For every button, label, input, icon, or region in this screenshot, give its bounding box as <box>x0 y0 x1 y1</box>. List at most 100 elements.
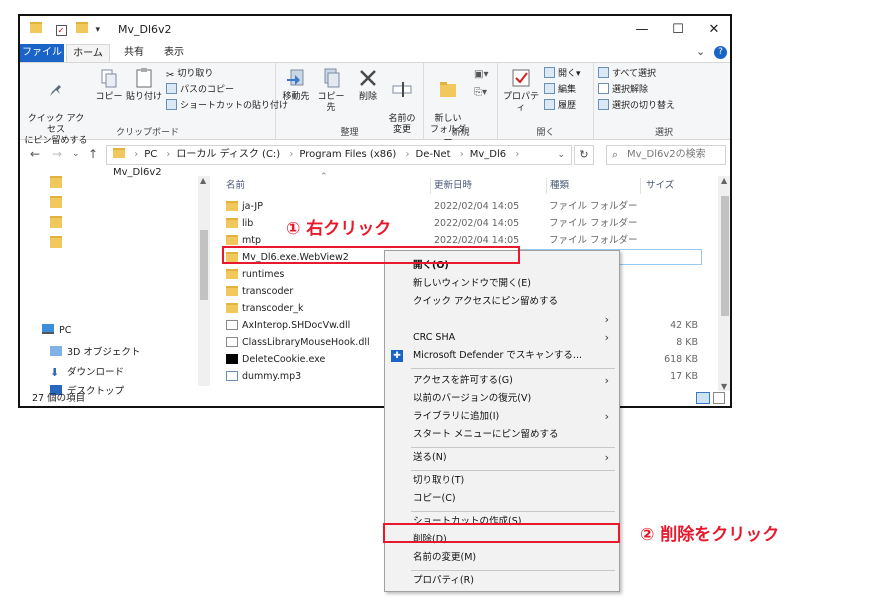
menu-item-defender-scan[interactable]: ✚ Microsoft Defender でスキャンする... <box>385 347 619 365</box>
paste-button[interactable]: 貼り付け <box>126 67 162 103</box>
select-all-button[interactable]: すべて選択 <box>598 67 656 81</box>
download-icon: ⬇ <box>50 366 60 379</box>
copy-to-icon <box>324 68 340 88</box>
menu-item-rename[interactable]: 名前の変更(M) <box>385 549 619 567</box>
edit-button[interactable]: 編集 <box>544 83 576 97</box>
breadcrumb-local-disk[interactable]: ローカル ディスク (C:) <box>176 146 280 164</box>
move-to-button[interactable]: 移動先 <box>280 67 312 103</box>
scroll-up-icon[interactable]: ▲ <box>200 176 206 185</box>
select-none-button[interactable]: 選択解除 <box>598 83 648 97</box>
open-button[interactable]: 開く▾ <box>544 67 581 81</box>
menu-item-blank-submenu[interactable]: › <box>385 311 619 329</box>
nav-item-downloads[interactable]: ⬇ ダウンロード <box>50 364 124 378</box>
folder-icon <box>226 286 238 296</box>
column-header-name[interactable]: 名前 <box>226 176 245 196</box>
copy-path-button[interactable]: パスのコピー <box>166 83 234 97</box>
audio-file-icon <box>226 371 238 381</box>
menu-item-crc-sha[interactable]: CRC SHA › <box>385 329 619 347</box>
column-header-size[interactable]: サイズ <box>646 176 674 196</box>
menu-item-give-access[interactable]: アクセスを許可する(G) › <box>385 372 619 390</box>
copy-path-icon <box>166 83 177 94</box>
folder-icon <box>76 22 88 33</box>
delete-button[interactable]: 削除 <box>354 67 382 103</box>
menu-item-restore-versions[interactable]: 以前のバージョンの復元(V) <box>385 390 619 408</box>
explorer-window: ✓ ▾ Mv_Dl6v2 — ☐ ✕ ファイル ホーム 共有 表示 ⌄ ? クイ… <box>18 14 732 408</box>
menu-item-pin-start[interactable]: スタート メニューにピン留めする <box>385 426 619 444</box>
collapse-ribbon-icon[interactable]: ⌄ <box>696 45 705 58</box>
tab-file[interactable]: ファイル <box>20 44 64 62</box>
tab-home[interactable]: ホーム <box>66 44 110 62</box>
nav-scrollbar-thumb[interactable] <box>200 230 208 300</box>
folder-icon[interactable] <box>50 216 62 228</box>
folder-icon[interactable] <box>50 176 62 188</box>
menu-item-open-new-window[interactable]: 新しいウィンドウで開く(E) <box>385 275 619 293</box>
move-to-icon <box>287 69 304 86</box>
tab-view[interactable]: 表示 <box>156 44 192 62</box>
folder-icon[interactable] <box>50 236 62 248</box>
menu-item-cut[interactable]: 切り取り(T) <box>385 472 619 490</box>
back-arrow-icon[interactable]: ← <box>30 147 40 161</box>
copy-to-button[interactable]: コピー先 <box>314 67 348 114</box>
folder-icon <box>30 22 42 33</box>
scroll-up-icon[interactable]: ▲ <box>721 176 727 185</box>
quick-access-toolbar[interactable]: ✓ ▾ <box>30 22 100 36</box>
large-icons-view-icon[interactable] <box>713 392 725 404</box>
cut-button[interactable]: ✂ 切り取り <box>166 67 213 81</box>
tab-share[interactable]: 共有 <box>116 44 152 62</box>
highlight-delete-menu-item <box>383 523 620 543</box>
help-icon[interactable]: ? <box>714 46 727 59</box>
nav-scrollbar[interactable]: ▲ <box>198 176 210 386</box>
menu-item-add-to-library[interactable]: ライブラリに追加(I) › <box>385 408 619 426</box>
easy-access-icon[interactable]: ⎘▾ <box>474 87 487 98</box>
delete-x-icon <box>360 70 376 86</box>
search-input[interactable]: ⌕ Mv_Dl6v2の検索 <box>606 145 726 165</box>
menu-item-copy[interactable]: コピー(C) <box>385 490 619 508</box>
menu-item-send-to[interactable]: 送る(N) › <box>385 449 619 467</box>
breadcrumb-program-files[interactable]: Program Files (x86) <box>299 146 396 164</box>
column-header-date[interactable]: 更新日時 <box>434 176 472 196</box>
refresh-button[interactable]: ↻ <box>574 145 594 165</box>
file-list-scrollbar[interactable]: ▲ ▼ <box>718 176 730 391</box>
copy-button[interactable]: コピー <box>94 67 124 103</box>
maximize-button[interactable]: ☐ <box>660 18 696 42</box>
ribbon-group-new: 新しい フォルダー ▣▾ ⎘▾ 新規 <box>424 63 498 146</box>
menu-item-pin-quick-access[interactable]: クイック アクセスにピン留めする <box>385 293 619 311</box>
paste-shortcut-button[interactable]: ショートカットの貼り付け <box>166 99 288 113</box>
folder-icon <box>226 218 238 228</box>
ribbon-group-open: プロパティ 開く▾ 編集 履歴 開く <box>498 63 594 140</box>
file-list-scrollbar-thumb[interactable] <box>721 196 729 316</box>
open-icon <box>544 67 555 78</box>
forward-arrow-icon[interactable]: → <box>52 147 62 161</box>
customize-toolbar-icon[interactable]: ▾ <box>96 25 101 35</box>
details-view-icon[interactable] <box>696 392 710 404</box>
recent-locations-chevron-icon[interactable]: ⌄ <box>72 149 80 159</box>
ribbon-group-label: 開く <box>536 128 555 138</box>
close-button[interactable]: ✕ <box>696 18 730 42</box>
folder-icon[interactable] <box>50 196 62 208</box>
menu-item-properties[interactable]: プロパティ(R) <box>385 572 619 590</box>
nav-item-pc[interactable]: PC <box>42 324 71 336</box>
up-arrow-icon[interactable]: ↑ <box>88 147 98 161</box>
properties-button[interactable]: プロパティ <box>500 67 542 114</box>
chevron-right-icon: › <box>604 410 609 423</box>
breadcrumb-de-net[interactable]: De-Net <box>416 146 451 164</box>
column-header-type[interactable]: 種類 <box>550 176 569 196</box>
pin-icon <box>50 85 61 96</box>
dll-file-icon <box>226 337 238 347</box>
properties-check-icon[interactable]: ✓ <box>55 25 67 36</box>
breadcrumb-mv-dl6[interactable]: Mv_Dl6 <box>470 146 506 164</box>
breadcrumb-pc[interactable]: PC <box>144 146 157 164</box>
address-bar[interactable]: › PC › ローカル ディスク (C:) › Program Files (x86)… <box>106 145 572 178</box>
history-button[interactable]: 履歴 <box>544 99 576 113</box>
3d-objects-icon <box>50 346 62 356</box>
new-item-icon[interactable]: ▣▾ <box>474 69 488 80</box>
ribbon-tabs: ファイル ホーム 共有 表示 ⌄ ? <box>20 44 730 62</box>
invert-selection-button[interactable]: 選択の切り替え <box>598 99 675 113</box>
address-dropdown-icon[interactable]: ⌄ <box>557 146 565 164</box>
nav-item-3d-objects[interactable]: 3D オブジェクト <box>50 344 140 358</box>
ribbon-group-label: 選択 <box>654 128 673 138</box>
minimize-button[interactable]: — <box>624 18 660 42</box>
window-title: Mv_Dl6v2 <box>118 23 172 36</box>
new-folder-icon <box>440 82 456 97</box>
list-item[interactable]: ja-JP 2022/02/04 14:05 ファイル フォルダー <box>222 198 720 215</box>
